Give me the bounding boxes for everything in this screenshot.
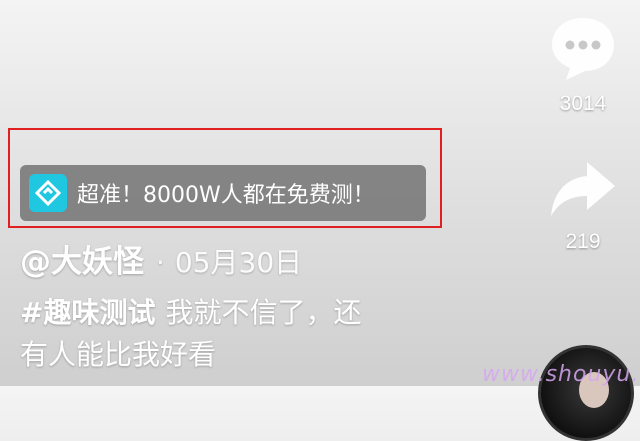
share-arrow-icon[interactable] bbox=[547, 158, 619, 224]
caption-line-2: 有人能比我好看 bbox=[20, 338, 217, 371]
watermark-text: www.shouyu.ee bbox=[482, 362, 640, 387]
caption-text-1: 我就不信了，还 bbox=[165, 296, 362, 329]
post-date: 05月30日 bbox=[174, 246, 303, 279]
comment-bubble-icon[interactable] bbox=[548, 14, 618, 86]
ad-text: 超准！8000W人都在免费测！ bbox=[77, 183, 375, 208]
music-disc-avatar[interactable] bbox=[538, 345, 634, 441]
author-line: @大妖怪 · 05月30日 bbox=[20, 236, 302, 280]
caption-line-1: #趣味测试 我就不信了，还 bbox=[20, 292, 460, 334]
comment-count: 3014 bbox=[559, 92, 607, 115]
comment-action[interactable]: 3014 bbox=[542, 14, 624, 116]
author-name[interactable]: @大妖怪 bbox=[20, 236, 144, 281]
hashtag-link[interactable]: #趣味测试 bbox=[20, 296, 155, 329]
share-count: 219 bbox=[565, 230, 601, 253]
ad-banner[interactable]: 超准！8000W人都在免费测！ bbox=[20, 165, 426, 221]
post-caption: #趣味测试 我就不信了，还 有人能比我好看 bbox=[20, 292, 460, 376]
separator-dot: · bbox=[156, 246, 165, 279]
share-action[interactable]: 219 bbox=[542, 158, 624, 254]
ad-logo-icon bbox=[29, 174, 67, 212]
